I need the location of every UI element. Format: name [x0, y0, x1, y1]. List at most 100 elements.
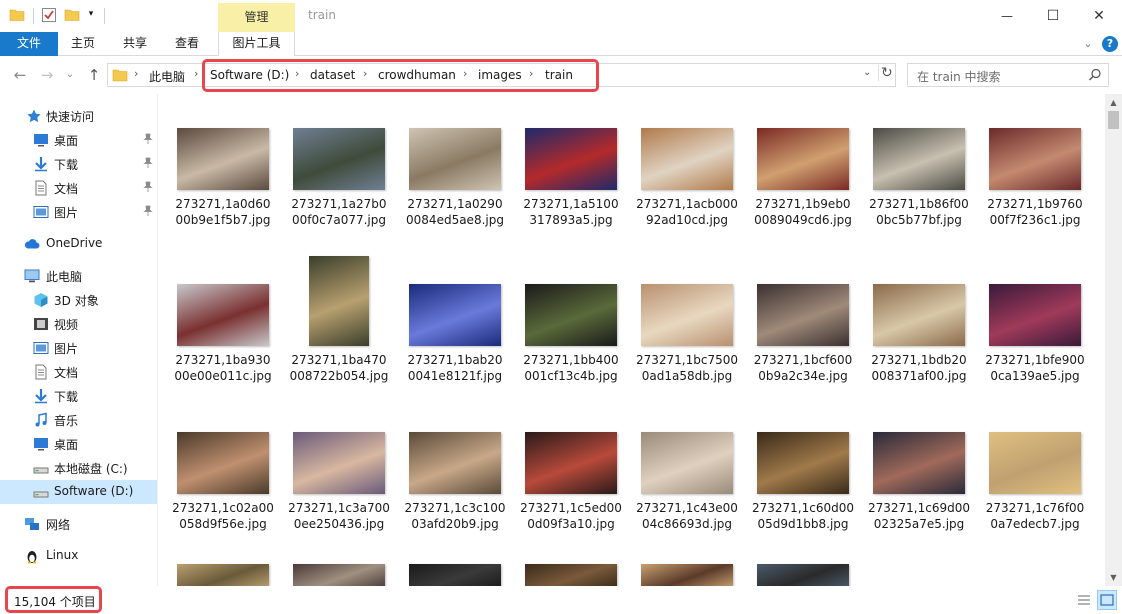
- breadcrumb-separator[interactable]: ›: [134, 67, 138, 80]
- sidebar-item[interactable]: 3D 对象: [0, 288, 157, 312]
- search-icon[interactable]: [1088, 68, 1102, 82]
- up-arrow-icon[interactable]: ↑: [83, 64, 105, 86]
- sidebar-item[interactable]: 网络: [0, 512, 157, 536]
- customize-quick-access-icon[interactable]: ▾: [86, 9, 96, 25]
- maximize-button[interactable]: ☐: [1030, 0, 1076, 32]
- file-item[interactable]: [748, 564, 858, 586]
- details-view-icon[interactable]: [1076, 592, 1092, 608]
- expand-ribbon-icon[interactable]: ⌄: [1080, 36, 1096, 52]
- file-item[interactable]: 273271,1bab200041e8121f.jpg: [400, 256, 510, 384]
- file-item[interactable]: 273271,1b9eb00089049cd6.jpg: [748, 128, 858, 228]
- sidebar-item[interactable]: 本地磁盘 (C:): [0, 456, 157, 480]
- sidebar-item[interactable]: 视频: [0, 312, 157, 336]
- pin-icon[interactable]: [142, 157, 154, 169]
- file-item[interactable]: 273271,1c3c10003afd20b9.jpg: [400, 432, 510, 532]
- file-item[interactable]: [400, 564, 510, 586]
- close-button[interactable]: ✕: [1076, 0, 1122, 32]
- pin-icon[interactable]: [142, 205, 154, 217]
- sidebar-item[interactable]: 图片: [0, 200, 157, 224]
- address-history-dropdown-icon[interactable]: ⌄: [863, 67, 871, 78]
- file-item[interactable]: [168, 564, 278, 586]
- file-item[interactable]: [516, 564, 626, 586]
- back-arrow-icon[interactable]: ←: [9, 64, 31, 86]
- sidebar-item[interactable]: 桌面: [0, 432, 157, 456]
- image-thumbnail: [409, 564, 501, 586]
- document-icon: [33, 180, 49, 196]
- file-item[interactable]: 273271,1bc75000ad1a58db.jpg: [632, 256, 742, 384]
- scroll-down-icon[interactable]: ▼: [1105, 569, 1122, 586]
- folder-icon[interactable]: [9, 7, 25, 23]
- sidebar-item[interactable]: 音乐: [0, 408, 157, 432]
- file-item[interactable]: 273271,1bfe9000ca139ae5.jpg: [980, 256, 1090, 384]
- file-item[interactable]: 273271,1a0d6000b9e1f5b7.jpg: [168, 128, 278, 228]
- tab-share[interactable]: 共享: [112, 32, 158, 56]
- sidebar-item[interactable]: 下载: [0, 152, 157, 176]
- sidebar-item-label: 文档: [54, 182, 79, 196]
- cloud-icon: [24, 236, 40, 252]
- sidebar-item[interactable]: Software (D:): [0, 480, 157, 504]
- file-item[interactable]: 273271,1a02900084ed5ae8.jpg: [400, 128, 510, 228]
- file-item[interactable]: 273271,1a5100317893a5.jpg: [516, 128, 626, 228]
- refresh-icon[interactable]: ↻: [878, 65, 894, 81]
- file-item[interactable]: 273271,1c76f000a7edecb7.jpg: [980, 432, 1090, 532]
- pin-icon[interactable]: [142, 181, 154, 193]
- file-item[interactable]: 273271,1a27b000f0c7a077.jpg: [284, 128, 394, 228]
- image-thumbnail: [641, 432, 733, 494]
- sidebar-item[interactable]: 桌面: [0, 128, 157, 152]
- file-item[interactable]: 273271,1b86f000bc5b77bf.jpg: [864, 128, 974, 228]
- tab-view[interactable]: 查看: [164, 32, 210, 56]
- item-count-annotation-highlight: [5, 586, 102, 613]
- file-item[interactable]: 273271,1acb00092ad10cd.jpg: [632, 128, 742, 228]
- file-item[interactable]: [632, 564, 742, 586]
- file-item[interactable]: [284, 564, 394, 586]
- breadcrumb-separator[interactable]: ›: [194, 67, 198, 80]
- sidebar-item[interactable]: 文档: [0, 360, 157, 384]
- search-input[interactable]: 在 train 中搜索: [917, 68, 1001, 85]
- tab-file[interactable]: 文件: [0, 32, 58, 56]
- manage-context-tab[interactable]: 管理: [218, 3, 295, 32]
- file-item[interactable]: 273271,1c60d0005d9d1bb8.jpg: [748, 432, 858, 532]
- sidebar-item-label: 图片: [54, 206, 79, 220]
- sidebar-item-label: 图片: [54, 342, 79, 356]
- file-item[interactable]: 273271,1c69d0002325a7e5.jpg: [864, 432, 974, 532]
- file-item[interactable]: 273271,1bb400001cf13c4b.jpg: [516, 256, 626, 384]
- sidebar-item[interactable]: 快速访问: [0, 104, 157, 128]
- sidebar-item[interactable]: OneDrive: [0, 232, 157, 256]
- file-item[interactable]: 273271,1bdb20008371af00.jpg: [864, 256, 974, 384]
- vertical-scrollbar[interactable]: ▲ ▼: [1105, 94, 1122, 586]
- title-bar: ▾ 管理 train — ☐ ✕: [0, 0, 1122, 32]
- sidebar-item[interactable]: 下载: [0, 384, 157, 408]
- file-item[interactable]: 273271,1b976000f7f236c1.jpg: [980, 128, 1090, 228]
- sidebar-item[interactable]: Linux: [0, 544, 157, 568]
- file-item[interactable]: 273271,1ba470008722b054.jpg: [284, 256, 394, 384]
- sidebar-item[interactable]: 文档: [0, 176, 157, 200]
- linux-icon: [24, 548, 40, 564]
- help-icon[interactable]: ?: [1102, 36, 1118, 52]
- minimize-button[interactable]: —: [984, 0, 1030, 32]
- forward-arrow-icon[interactable]: →: [36, 64, 58, 86]
- tab-picture-tools[interactable]: 图片工具: [218, 32, 295, 57]
- tab-home[interactable]: 主页: [60, 32, 106, 56]
- pin-icon[interactable]: [142, 133, 154, 145]
- file-item[interactable]: 273271,1c5ed000d09f3a10.jpg: [516, 432, 626, 532]
- recent-locations-icon[interactable]: ⌄: [62, 64, 78, 86]
- breadcrumb-this-pc[interactable]: 此电脑: [149, 68, 185, 85]
- new-folder-icon[interactable]: [64, 7, 80, 23]
- quick-access-separator: [104, 8, 105, 24]
- scroll-up-icon[interactable]: ▲: [1105, 94, 1122, 111]
- search-box[interactable]: 在 train 中搜索: [907, 63, 1109, 87]
- file-item[interactable]: 273271,1c3a7000ee250436.jpg: [284, 432, 394, 532]
- file-item[interactable]: 273271,1ba93000e00e011c.jpg: [168, 256, 278, 384]
- file-name: 273271,1c3a7000ee250436.jpg: [288, 501, 390, 531]
- file-item[interactable]: 273271,1c43e0004c86693d.jpg: [632, 432, 742, 532]
- image-thumbnail: [409, 432, 501, 494]
- scroll-thumb[interactable]: [1108, 111, 1119, 129]
- sidebar-item[interactable]: 此电脑: [0, 264, 157, 288]
- file-item[interactable]: 273271,1bcf6000b9a2c34e.jpg: [748, 256, 858, 384]
- large-icons-view-icon[interactable]: [1097, 590, 1117, 610]
- file-item[interactable]: 273271,1c02a00058d9f56e.jpg: [168, 432, 278, 532]
- file-name: 273271,1c43e0004c86693d.jpg: [636, 501, 738, 531]
- properties-icon[interactable]: [41, 7, 57, 23]
- sidebar-item[interactable]: 图片: [0, 336, 157, 360]
- file-name: 273271,1c60d0005d9d1bb8.jpg: [752, 501, 855, 531]
